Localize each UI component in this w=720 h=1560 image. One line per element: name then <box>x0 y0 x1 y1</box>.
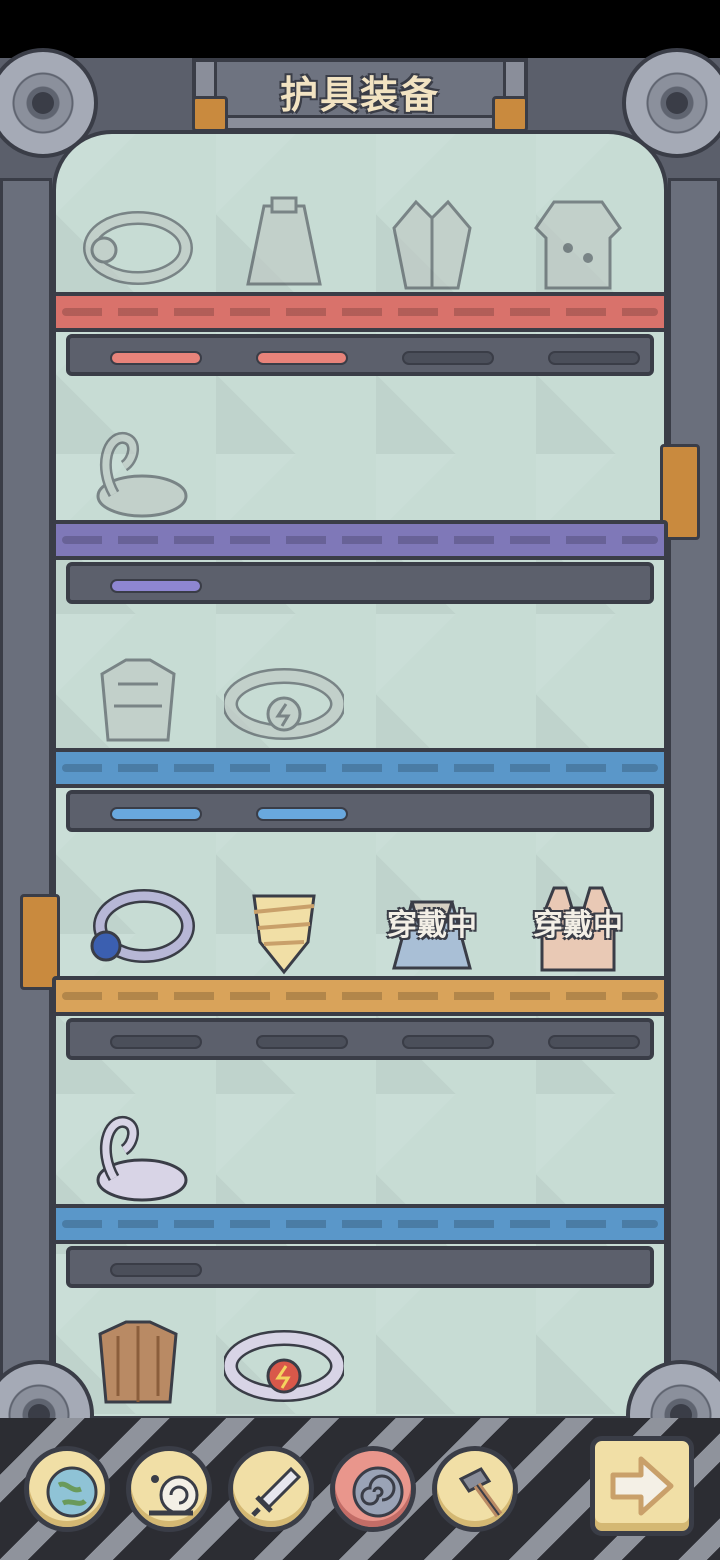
progress-bar-segment <box>110 1035 202 1049</box>
next-button[interactable] <box>590 1436 694 1536</box>
equipment-slot[interactable] <box>78 872 198 982</box>
equipment-slot[interactable] <box>372 188 492 298</box>
equipment-slot[interactable]: 穿戴中 <box>372 872 492 982</box>
shelf <box>52 292 668 388</box>
arrow-right-icon <box>610 1456 674 1516</box>
shelf-board <box>52 1204 668 1244</box>
equipped-label: 穿戴中 <box>387 908 477 943</box>
shelf-progress-rail <box>66 562 654 604</box>
nav-button-shield-spiral[interactable] <box>330 1446 416 1532</box>
cabinet-left-rail <box>0 178 52 1458</box>
equipment-slot[interactable] <box>78 416 198 526</box>
equipment-slot[interactable] <box>224 872 344 982</box>
shelf <box>52 520 668 616</box>
ring-icon <box>83 211 193 285</box>
game-screen: 护具装备 穿戴中 穿戴中 <box>0 0 720 1560</box>
shelf-board <box>52 292 668 332</box>
equipment-slot[interactable] <box>78 188 198 298</box>
progress-bar-segment <box>110 807 202 821</box>
shelf-board <box>52 748 668 788</box>
equipment-slot[interactable] <box>224 188 344 298</box>
equipment-slot[interactable] <box>518 188 638 298</box>
armor-vest-icon <box>534 200 622 290</box>
page-title: 护具装备 <box>279 73 440 117</box>
shelf-progress-rail <box>66 334 654 376</box>
shelf-progress-rail <box>66 1246 654 1288</box>
shelf <box>52 976 668 1072</box>
swan-float-icon <box>96 1116 188 1202</box>
bandage-wrap-icon <box>252 894 316 975</box>
snail-icon <box>149 1475 199 1516</box>
swan-float-icon <box>96 432 188 518</box>
nav-button-snail[interactable] <box>126 1446 212 1532</box>
robe-icon <box>392 199 472 290</box>
progress-bar-segment <box>110 351 202 365</box>
progress-bar-segment <box>402 351 494 365</box>
nav-button-hammer[interactable] <box>432 1446 518 1532</box>
nav-button-sword[interactable] <box>228 1446 314 1532</box>
bolt-icon <box>492 96 528 132</box>
progress-bar-segment <box>548 1035 640 1049</box>
shelf <box>52 748 668 844</box>
nav-button-globe[interactable] <box>24 1446 110 1532</box>
globe-icon <box>46 1466 98 1518</box>
cabinet-right-rail <box>668 178 720 1458</box>
shelf-board <box>52 976 668 1016</box>
progress-bar-segment <box>256 351 348 365</box>
shelf-board <box>52 520 668 560</box>
equipment-slot[interactable] <box>224 1306 344 1416</box>
shelf <box>52 1204 668 1300</box>
equipped-label: 穿戴中 <box>533 908 623 943</box>
wood-armor-icon <box>98 1320 178 1404</box>
sword-icon <box>251 1466 302 1517</box>
equipment-slot[interactable] <box>78 1100 198 1210</box>
progress-bar-segment <box>110 579 202 593</box>
progress-bar-segment <box>256 1035 348 1049</box>
progress-bar-segment <box>548 351 640 365</box>
shelf-progress-rail <box>66 790 654 832</box>
bolt-icon <box>192 96 228 132</box>
title-plate: 护具装备 <box>192 58 528 132</box>
lightning-ring-icon <box>224 1330 344 1402</box>
progress-bar-segment <box>110 1263 202 1277</box>
equipment-slot[interactable]: 穿戴中 <box>518 872 638 982</box>
stone-armor-icon <box>100 658 176 742</box>
status-bar <box>0 0 720 58</box>
hammer-icon <box>458 1467 503 1518</box>
shield-spiral-icon <box>352 1466 404 1518</box>
sapphire-ring-icon <box>90 889 195 963</box>
progress-bar-segment <box>402 1035 494 1049</box>
shelf-progress-rail <box>66 1018 654 1060</box>
equipment-slot[interactable] <box>78 1306 198 1416</box>
cape-icon <box>246 196 322 286</box>
equipment-slot[interactable] <box>78 644 198 754</box>
progress-bar-segment <box>256 807 348 821</box>
lightning-ring-icon <box>224 668 344 740</box>
equipment-slot[interactable] <box>224 644 344 754</box>
